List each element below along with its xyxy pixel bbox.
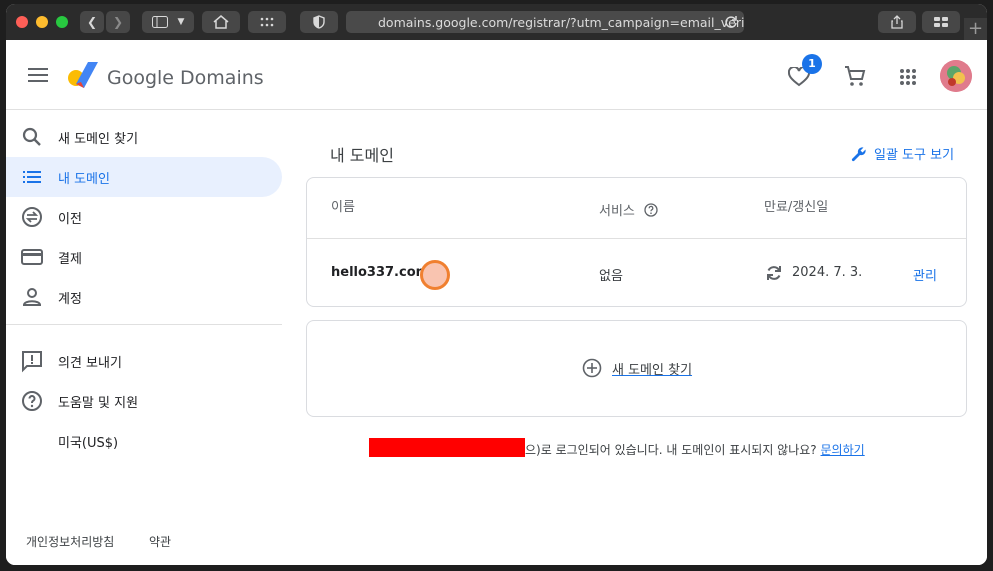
wrench-icon <box>851 146 866 161</box>
chevron-right-icon: ❯ <box>112 15 124 29</box>
redacted-email <box>369 438 525 457</box>
close-window-button[interactable] <box>16 16 28 28</box>
login-notice: 으)로 로그인되어 있습니다. 내 도메인이 표시되지 않나요? 문의하기 <box>525 441 865 458</box>
share-icon <box>891 15 903 29</box>
search-icon <box>22 127 41 146</box>
url-text: domains.google.com/registrar/?utm_campai… <box>378 14 744 30</box>
privacy-link[interactable]: 개인정보처리방침 <box>26 533 114 550</box>
forward-button[interactable]: ❯ <box>106 11 130 33</box>
zoom-window-button[interactable] <box>56 16 68 28</box>
google-domains-logo-icon <box>66 60 100 94</box>
brand-name: Google Domains <box>107 67 264 89</box>
browser-toolbar: ❮ ❯ ▼ domains.google.com/registrar/?utm_… <box>6 4 987 40</box>
new-tab-button[interactable]: + <box>964 18 987 40</box>
sidebar-item-currency[interactable]: 미국(US$) <box>6 421 282 461</box>
grid-icon <box>260 17 274 27</box>
help-icon <box>22 391 42 411</box>
shield-icon <box>313 15 325 29</box>
help-circle-icon[interactable] <box>644 202 658 217</box>
login-notice-text: 으)로 로그인되어 있습니다. 내 도메인이 표시되지 않나요? <box>525 443 817 457</box>
apps-icon[interactable] <box>900 69 916 89</box>
cart-icon[interactable] <box>844 65 866 91</box>
tabs-button[interactable] <box>922 11 960 33</box>
column-header-expiry: 만료/갱신일 <box>764 200 829 215</box>
sidebar-item-billing[interactable]: 결제 <box>6 237 282 277</box>
autorenew-icon <box>767 266 781 280</box>
sidebar-toggle-button[interactable]: ▼ <box>142 11 194 33</box>
bulk-tools-label: 일괄 도구 보기 <box>874 148 955 163</box>
domain-services: 없음 <box>599 269 623 284</box>
sidebar-item-label: 계정 <box>58 292 82 307</box>
home-icon <box>213 15 229 29</box>
contact-link[interactable]: 문의하기 <box>821 443 865 457</box>
column-header-name: 이름 <box>331 200 355 215</box>
terms-link[interactable]: 약관 <box>149 533 171 550</box>
add-domain-card: 새 도메인 찾기 <box>306 320 967 417</box>
page-title: 내 도메인 <box>330 146 394 165</box>
column-header-services: 서비스 <box>599 200 658 219</box>
bulk-tools-button[interactable]: 일괄 도구 보기 <box>850 144 954 163</box>
add-domain-button[interactable]: 새 도메인 찾기 <box>582 358 692 378</box>
back-button[interactable]: ❮ <box>80 11 104 33</box>
reload-icon[interactable] <box>724 14 738 33</box>
avatar[interactable] <box>940 60 972 92</box>
add-circle-icon <box>582 358 602 378</box>
column-header-services-label: 서비스 <box>599 204 635 219</box>
page: Google Domains 1 새 도메인 찾기 내 도메인 이전 결제 계정… <box>6 40 987 565</box>
sidebar-item-search-domains[interactable]: 새 도메인 찾기 <box>6 117 282 157</box>
credit-card-icon <box>21 249 43 265</box>
click-indicator <box>420 260 450 290</box>
manage-link[interactable]: 관리 <box>913 265 937 284</box>
minimize-window-button[interactable] <box>36 16 48 28</box>
sidebar-icon <box>151 16 168 28</box>
sidebar-item-transfer[interactable]: 이전 <box>6 197 282 237</box>
sidebar-item-help[interactable]: 도움말 및 지원 <box>6 381 282 421</box>
add-domain-label: 새 도메인 찾기 <box>612 362 693 378</box>
tab-overview-button[interactable] <box>248 11 286 33</box>
table-row[interactable]: hello337.com 없음 2024. 7. 3. 관리 <box>307 239 966 306</box>
sidebar-item-feedback[interactable]: 의견 보내기 <box>6 341 282 381</box>
sidebar-item-label: 이전 <box>58 212 82 227</box>
app-header: Google Domains 1 <box>6 40 987 110</box>
favorites-count-badge: 1 <box>802 54 822 74</box>
sidebar-item-label: 도움말 및 지원 <box>58 396 139 411</box>
sidebar-item-label: 미국(US$) <box>58 436 119 451</box>
chevron-down-icon: ▼ <box>177 17 185 27</box>
transfer-icon <box>22 207 42 227</box>
share-button[interactable] <box>878 11 916 33</box>
sidebar-item-account[interactable]: 계정 <box>6 277 282 317</box>
home-button[interactable] <box>202 11 240 33</box>
sidebar-item-label: 내 도메인 <box>58 172 110 187</box>
renewal-date: 2024. 7. 3. <box>792 265 863 280</box>
menu-icon[interactable] <box>28 67 48 86</box>
sidebar-divider <box>6 324 282 325</box>
feedback-icon <box>22 351 42 373</box>
person-icon <box>22 288 42 306</box>
list-icon <box>23 171 41 183</box>
tabs-grid-icon <box>934 17 948 27</box>
domain-name[interactable]: hello337.com <box>331 265 429 280</box>
browser-window: ❮ ❯ ▼ domains.google.com/registrar/?utm_… <box>6 4 987 565</box>
address-bar[interactable]: domains.google.com/registrar/?utm_campai… <box>346 11 744 33</box>
sidebar-item-label: 결제 <box>58 252 82 267</box>
sidebar-item-label: 새 도메인 찾기 <box>58 132 139 147</box>
sidebar-item-label: 의견 보내기 <box>58 356 122 371</box>
privacy-report-button[interactable] <box>300 11 338 33</box>
sidebar-item-my-domains[interactable]: 내 도메인 <box>6 157 282 197</box>
domains-table: 이름 서비스 만료/갱신일 hello337.com 없음 2024. 7. 3… <box>306 177 967 307</box>
chevron-left-icon: ❮ <box>86 15 98 29</box>
